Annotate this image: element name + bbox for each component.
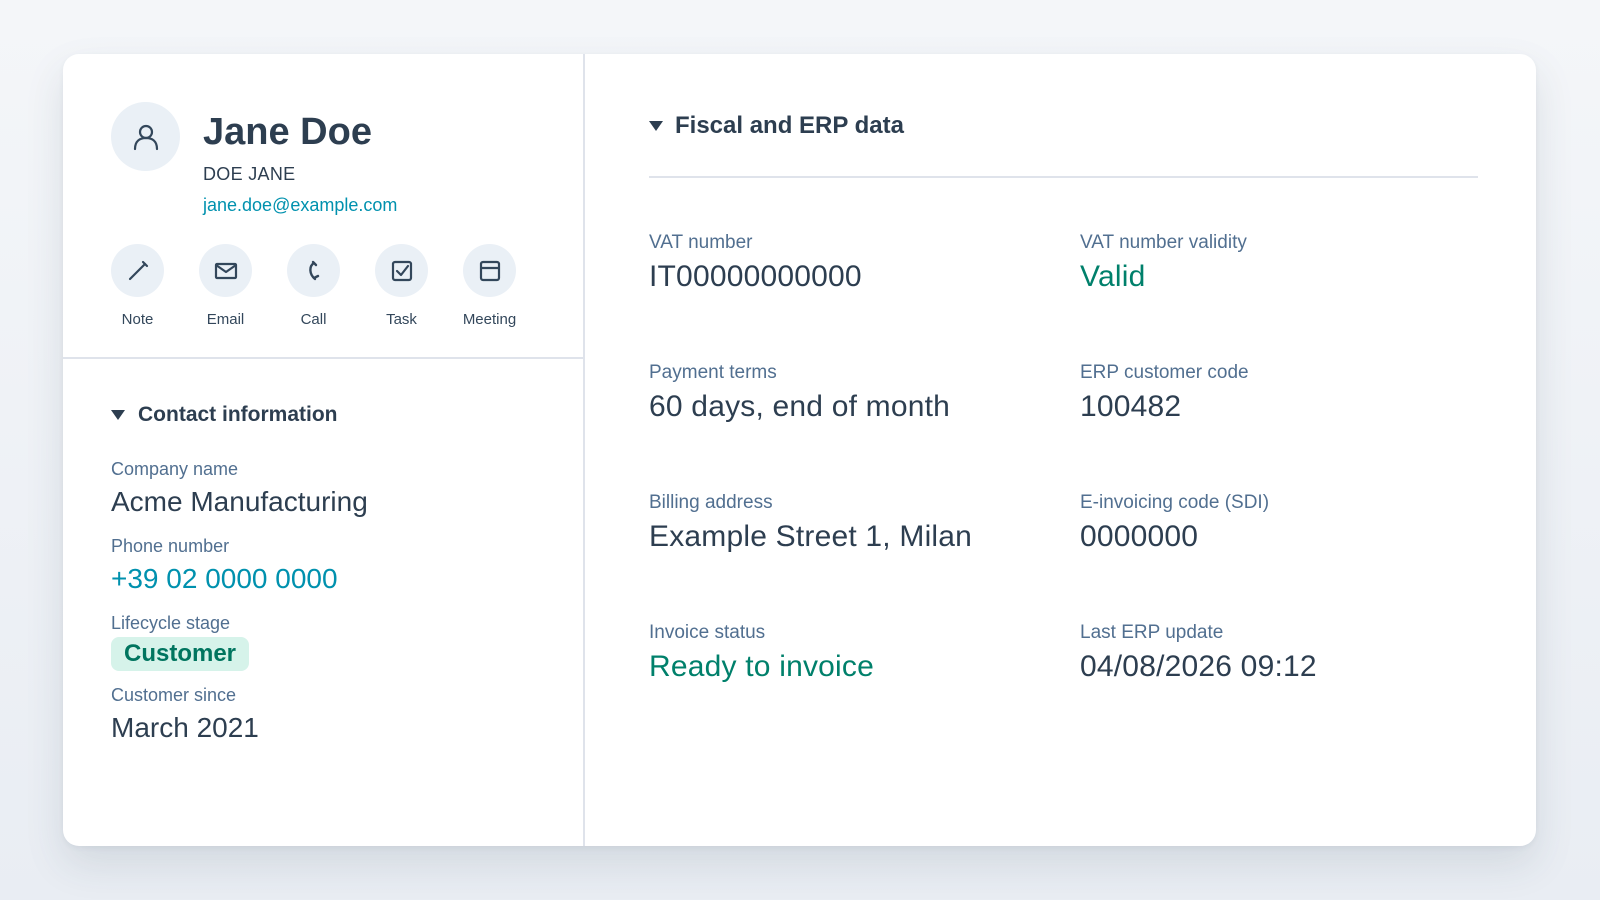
left-sidebar: Jane Doe DOE JANE jane.doe@example.com N… <box>63 54 585 846</box>
email-button[interactable] <box>199 244 252 297</box>
email-label: Email <box>206 311 245 328</box>
fiscal-toggle[interactable]: Fiscal and ERP data <box>649 112 1478 140</box>
profile-header: Jane Doe DOE JANE jane.doe@example.com N… <box>63 54 583 359</box>
vat-number-value[interactable]: IT00000000000 <box>649 260 1080 294</box>
checkbox-icon <box>391 260 412 281</box>
meeting-label: Meeting <box>462 311 517 328</box>
last-erp-update-field: Last ERP update 04/08/2026 09:12 <box>1080 622 1478 752</box>
vat-number-label: VAT number <box>649 232 753 253</box>
contact-info-title: Contact information <box>138 403 338 426</box>
invoice-status-label: Invoice status <box>649 622 766 643</box>
contact-information-section: Contact information Company name Acme Ma… <box>63 359 583 744</box>
invoice-status-value: Ready to invoice <box>649 650 874 683</box>
note-button[interactable] <box>111 244 164 297</box>
company-label: Company name <box>111 459 239 479</box>
note-label: Note <box>121 311 154 328</box>
caret-down-icon <box>111 410 125 420</box>
billing-address-label: Billing address <box>649 492 773 513</box>
call-label: Call <box>300 311 327 328</box>
main-panel: Fiscal and ERP data VAT number IT0000000… <box>585 54 1536 846</box>
vat-validity-label: VAT number validity <box>1080 232 1247 253</box>
erp-code-field: ERP customer code 100482 <box>1080 362 1478 492</box>
company-field: Company name Acme Manufacturing <box>111 459 583 518</box>
call-button[interactable] <box>287 244 340 297</box>
action-note: Note <box>111 244 199 328</box>
contact-email-link[interactable]: jane.doe@example.com <box>203 195 397 216</box>
fiscal-section-header: Fiscal and ERP data <box>649 112 1478 178</box>
fiscal-title: Fiscal and ERP data <box>675 112 904 139</box>
identity-block: Jane Doe DOE JANE jane.doe@example.com <box>111 102 583 216</box>
billing-address-field: Billing address Example Street 1, Milan <box>649 492 1080 622</box>
fiscal-fields-grid: VAT number IT00000000000 VAT number vali… <box>649 232 1478 752</box>
quick-actions: Note Email Call Task Meeting <box>111 244 583 328</box>
lifecycle-label: Lifecycle stage <box>111 613 231 633</box>
erp-code-value[interactable]: 100482 <box>1080 390 1478 424</box>
vat-validity-field: VAT number validity Valid <box>1080 232 1478 362</box>
caret-down-icon <box>649 121 663 131</box>
payment-terms-label: Payment terms <box>649 362 777 383</box>
last-erp-update-value: 04/08/2026 09:12 <box>1080 650 1317 683</box>
payment-terms-field: Payment terms 60 days, end of month <box>649 362 1080 492</box>
phone-link[interactable]: +39 02 0000 0000 <box>111 563 583 595</box>
phone-icon <box>308 260 319 280</box>
customer-since-field: Customer since March 2021 <box>111 685 583 744</box>
lifecycle-badge[interactable]: Customer <box>111 637 250 671</box>
customer-since-label: Customer since <box>111 685 237 705</box>
action-email: Email <box>199 244 287 328</box>
meeting-button[interactable] <box>463 244 516 297</box>
erp-code-label: ERP customer code <box>1080 362 1249 383</box>
task-label: Task <box>386 311 417 328</box>
avatar[interactable] <box>111 102 180 171</box>
pencil-icon <box>128 260 148 280</box>
payment-terms-value[interactable]: 60 days, end of month <box>649 390 1080 424</box>
billing-address-value[interactable]: Example Street 1, Milan <box>649 520 1080 554</box>
contact-alt-name: DOE JANE <box>203 164 296 184</box>
vat-number-field: VAT number IT00000000000 <box>649 232 1080 362</box>
company-value[interactable]: Acme Manufacturing <box>111 486 583 518</box>
contact-info-toggle[interactable]: Contact information <box>111 403 583 427</box>
envelope-icon <box>214 262 237 279</box>
sdi-code-value[interactable]: 0000000 <box>1080 520 1478 554</box>
contact-full-name: Jane Doe <box>203 111 372 153</box>
action-call: Call <box>287 244 375 328</box>
action-task: Task <box>375 244 463 328</box>
sdi-code-field: E-invoicing code (SDI) 0000000 <box>1080 492 1478 622</box>
name-block: Jane Doe DOE JANE jane.doe@example.com <box>203 102 397 216</box>
customer-since-value: March 2021 <box>111 712 259 743</box>
calendar-icon <box>479 260 500 281</box>
phone-field: Phone number +39 02 0000 0000 <box>111 536 583 595</box>
phone-label: Phone number <box>111 536 230 556</box>
last-erp-update-label: Last ERP update <box>1080 622 1224 643</box>
task-button[interactable] <box>375 244 428 297</box>
contact-record-card: Jane Doe DOE JANE jane.doe@example.com N… <box>63 54 1536 846</box>
invoice-status-field: Invoice status Ready to invoice <box>649 622 1080 752</box>
user-icon <box>133 124 158 150</box>
action-meeting: Meeting <box>463 244 551 328</box>
vat-validity-value: Valid <box>1080 260 1146 293</box>
sdi-code-label: E-invoicing code (SDI) <box>1080 492 1270 513</box>
lifecycle-field: Lifecycle stage Customer <box>111 613 583 671</box>
